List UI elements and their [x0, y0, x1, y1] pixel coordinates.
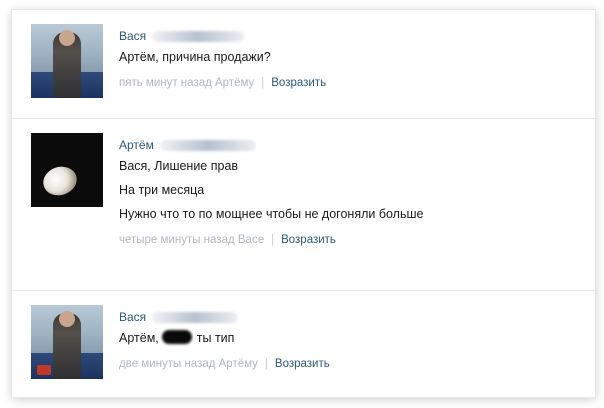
comments-panel: Вася Артём, причина продажи? пять минут … [12, 10, 595, 397]
comment-item: Вася Артём, ты тип две минуты назад Артём… [12, 290, 595, 397]
meta-divider: | [264, 358, 268, 370]
comment-time[interactable]: две минуты назад Артёму [119, 358, 258, 370]
blurred-surname [152, 311, 239, 323]
comment-text-line: Вася, Лишение прав [119, 159, 239, 173]
meta-divider: | [271, 234, 275, 246]
comment-item: Вася Артём, причина продажи? пять минут … [12, 10, 595, 116]
avatar[interactable] [31, 133, 103, 207]
comment-meta: пять минут назад Артёму | Возразить [119, 75, 579, 91]
comment-text-line: На три месяца [119, 183, 205, 197]
comment-meta: четыре минуты назад Васе | Возразить [119, 232, 579, 248]
redacted-blob [161, 330, 192, 344]
comment-text: Артём, ты тип [119, 326, 579, 350]
reply-link[interactable]: Возразить [271, 77, 326, 89]
reply-link[interactable]: Возразить [281, 234, 336, 246]
comment-text-before: Артём, [119, 331, 159, 345]
blurred-surname [152, 30, 245, 42]
reply-link[interactable]: Возразить [275, 358, 330, 370]
author-name[interactable]: Артём [119, 138, 154, 152]
comment-text-line: Нужно что то по мощнее чтобы не догоняли… [119, 207, 424, 221]
comment-meta: две минуты назад Артёму | Возразить [119, 356, 579, 372]
avatar[interactable] [31, 24, 103, 98]
comment-text: Артём, причина продажи? [119, 50, 271, 64]
comment-text-after: ты тип [196, 331, 235, 345]
blurred-surname [159, 139, 256, 151]
comment-time[interactable]: пять минут назад Артёму [119, 77, 254, 89]
avatar[interactable] [31, 305, 103, 379]
meta-divider: | [261, 77, 265, 89]
comment-item: Артём Вася, Лишение прав На три месяца Н… [12, 118, 595, 288]
comment-time[interactable]: четыре минуты назад Васе [119, 234, 264, 246]
author-name[interactable]: Вася [119, 310, 146, 324]
author-name[interactable]: Вася [119, 29, 146, 43]
